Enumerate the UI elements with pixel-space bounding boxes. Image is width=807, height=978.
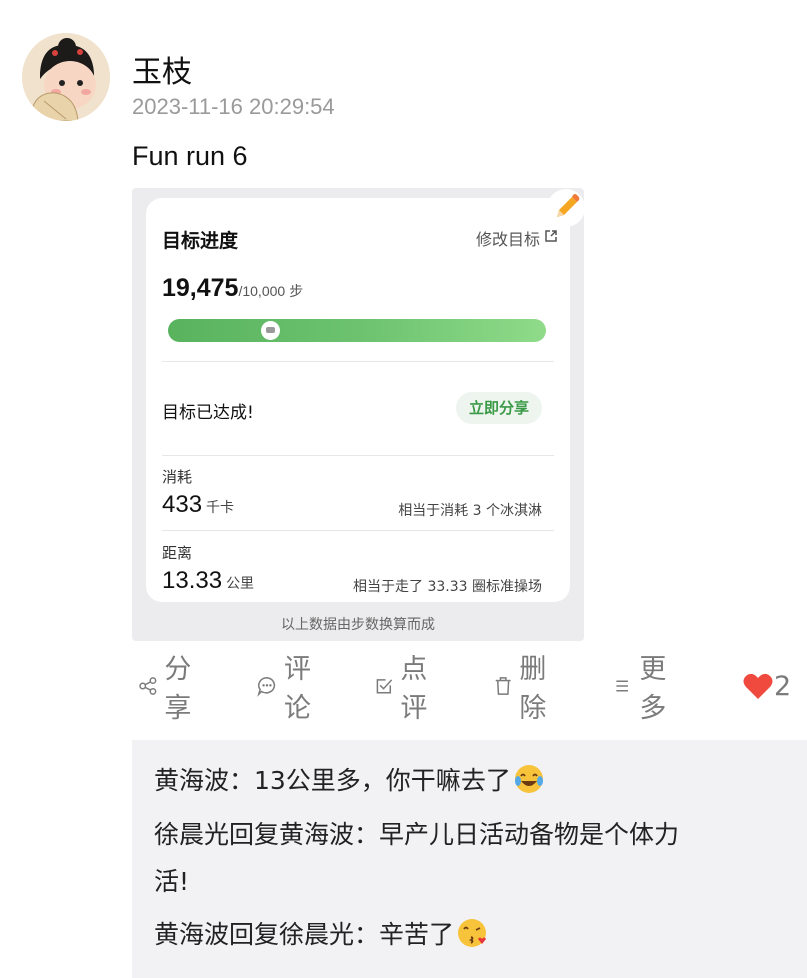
pencil-icon [547,189,585,227]
avatar[interactable] [22,33,110,121]
calories-unit: 千卡 [206,500,235,516]
comment-item-continuation: 活! [154,858,774,905]
checkbox-edit-icon [376,679,393,694]
calories-value: 433 千卡 [162,491,234,519]
author-name[interactable]: 玉枝 [132,47,192,91]
progress-shoe-icon [261,321,280,340]
share-now-button: 立即分享 [456,392,542,424]
review-label: 点评 [400,654,428,724]
calories-number: 433 [162,491,203,518]
distance-number: 13.33 [162,567,223,594]
post-timestamp: 2023-11-16 20:29:54 [132,94,335,119]
steps-readout: 19,475/10,000 步 [162,274,303,303]
share-label: 分享 [164,654,192,724]
more-label: 更多 [639,654,667,724]
steps-goal: /10,000 [238,283,286,299]
distance-value: 13.33 公里 [162,567,254,595]
calories-equivalent: 相当于消耗 3 个冰淇淋 [398,503,542,519]
comment-item[interactable]: 黄海波：13公里多，你干嘛去了 [154,757,774,804]
trash-icon [495,677,511,695]
calories-label: 消耗 [162,468,193,486]
laughing-tears-emoji-icon [514,765,543,793]
health-screenshot[interactable]: 目标进度 修改目标 19,475/10,000 步 目标已达成! 立即分享 消耗 … [132,188,585,641]
divider [162,455,554,456]
post-text: Fun run 6 [132,141,248,171]
like-button[interactable]: 2 [742,668,791,704]
goal-progress-title: 目标进度 [162,230,239,252]
divider [162,361,554,362]
goal-status-text: 目标已达成! [162,403,254,423]
share-button[interactable]: 分享 [138,654,201,724]
edit-goal-link: 修改目标 [475,230,540,249]
comment-item[interactable]: 黄海波回复徐晨光：辛苦了 [154,911,774,958]
comments-section: 黄海波：13公里多，你干嘛去了 徐晨光回复黄海波：早产儿日活动备物是个体力 活!… [132,740,807,978]
comment-item[interactable]: 徐晨光回复黄海波：早产儿日活动备物是个体力 [154,811,774,858]
comment-icon [257,677,276,697]
data-footnote: 以上数据由步数换算而成 [281,617,435,633]
kiss-emoji-icon [458,919,487,947]
steps-progress-bar [168,319,546,342]
comment-text: 徐晨光回复黄海波：早产儿日活动备物是个体力 [154,820,680,849]
share-icon [139,677,157,695]
distance-unit: 公里 [226,576,255,592]
steps-unit: 步 [289,284,304,300]
review-button[interactable]: 点评 [374,654,437,724]
distance-label: 距离 [162,544,193,562]
delete-button[interactable]: 删除 [493,654,556,724]
more-button[interactable]: 更多 [613,654,676,724]
divider [162,530,554,531]
external-edit-icon [545,230,557,242]
comment-text: 黄海波回复徐晨光：辛苦了 [154,920,455,949]
goal-progress-card: 目标进度 修改目标 19,475/10,000 步 目标已达成! 立即分享 消耗 … [146,198,570,602]
like-count: 2 [774,670,792,702]
heart-icon [743,673,773,699]
comment-label: 评论 [283,654,311,724]
delete-label: 删除 [519,654,547,724]
comment-button[interactable]: 评论 [256,654,321,724]
comment-text: 活! [154,867,190,896]
comment-text: 黄海波：13公里多，你干嘛去了 [154,766,511,795]
steps-value: 19,475 [162,274,239,302]
menu-icon [616,680,628,692]
distance-equivalent: 相当于走了 33.33 圈标准操场 [353,579,542,595]
